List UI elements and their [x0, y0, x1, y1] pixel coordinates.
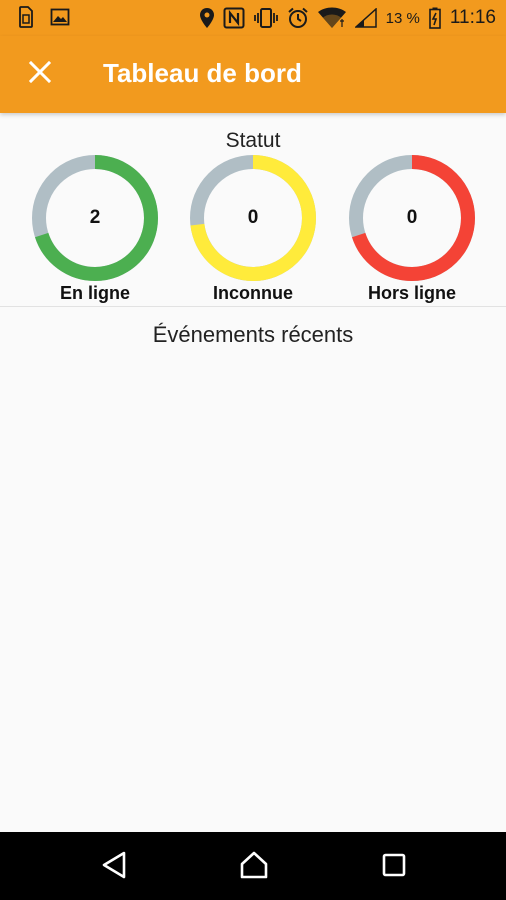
section-divider [0, 306, 506, 307]
sim-card-icon [18, 6, 34, 28]
wifi-icon [317, 7, 346, 29]
vibrate-icon [253, 8, 278, 28]
gauge-offline[interactable]: 0 Hors ligne [347, 153, 477, 303]
status-bar: 13 % 11:16 [0, 0, 506, 36]
alarm-icon [287, 7, 309, 29]
back-icon [101, 851, 127, 884]
gauge-value-offline: 0 [406, 207, 418, 228]
close-icon [28, 60, 52, 88]
home-button[interactable] [234, 850, 274, 884]
gauge-value-online: 2 [89, 207, 101, 228]
location-pin-icon [199, 8, 214, 28]
gauge-label-unknown: Inconnue [213, 283, 293, 303]
battery-icon [429, 7, 441, 29]
status-section: Statut 2 En ligne 0 Inconnue 0 Hors lign… [0, 113, 506, 307]
recent-events-heading: Événements récents [152, 322, 354, 347]
page-title: Tableau de bord [103, 58, 302, 88]
close-button[interactable] [20, 54, 60, 94]
back-button[interactable] [94, 850, 134, 884]
recents-icon [382, 853, 406, 882]
gauge-online[interactable]: 2 En ligne [30, 153, 160, 303]
gauge-label-offline: Hors ligne [367, 283, 456, 303]
home-icon [239, 851, 269, 884]
nfc-icon [223, 7, 245, 29]
clock-time: 11:16 [449, 7, 496, 28]
gauge-unknown[interactable]: 0 Inconnue [188, 153, 318, 303]
system-nav-bar [0, 832, 506, 900]
signal-icon [354, 8, 377, 28]
battery-percent: 13 % [385, 9, 420, 27]
gauge-label-online: En ligne [59, 283, 130, 303]
image-icon [50, 8, 70, 26]
status-heading: Statut [225, 129, 281, 152]
app-bar: Tableau de bord [0, 36, 506, 113]
recents-button[interactable] [374, 850, 414, 884]
gauge-value-unknown: 0 [247, 207, 259, 228]
